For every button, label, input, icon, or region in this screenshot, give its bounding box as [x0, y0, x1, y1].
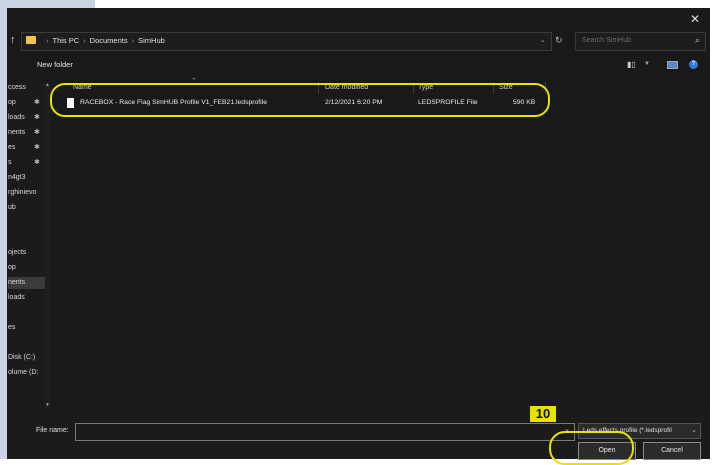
new-folder-button[interactable]: New folder: [37, 60, 73, 69]
breadcrumb-separator: ›: [46, 36, 49, 45]
nav-item-label: loads: [8, 294, 25, 301]
nav-item-label: s: [8, 159, 12, 166]
breadcrumb-simhub[interactable]: SimHub: [138, 36, 165, 45]
breadcrumb-documents[interactable]: Documents: [90, 36, 128, 45]
nav-item-label: es: [8, 324, 16, 331]
search-icon: ⌕: [694, 35, 700, 45]
breadcrumb-separator: ›: [83, 36, 86, 45]
nav-item-label: Disk (C:): [8, 354, 36, 361]
nav-item-label: rghinievo: [8, 189, 37, 196]
chevron-down-icon: ⌄: [691, 427, 697, 434]
file-name-input[interactable]: [75, 423, 575, 441]
file-highlight-callout: [50, 83, 550, 117]
folder-icon: [26, 36, 36, 44]
chevron-down-icon[interactable]: ⌄: [540, 36, 546, 44]
pin-icon: ✱: [34, 159, 40, 166]
breadcrumb-this-pc[interactable]: This PC: [53, 36, 80, 45]
pin-icon: ✱: [34, 144, 40, 151]
nav-item-label: ojects: [8, 249, 27, 256]
preview-pane-icon[interactable]: [667, 61, 678, 69]
cancel-button[interactable]: Cancel: [643, 442, 701, 460]
help-icon[interactable]: ?: [689, 60, 698, 69]
file-name-label: File name:: [36, 427, 69, 434]
chevron-down-icon[interactable]: ▼: [644, 61, 650, 67]
nav-item-label: loads: [8, 114, 25, 121]
scroll-up-icon[interactable]: ▲: [45, 82, 50, 88]
step-number-badge: 10: [530, 406, 556, 422]
nav-item-label: nents: [8, 279, 26, 286]
close-icon[interactable]: ✕: [690, 12, 700, 26]
open-file-dialog: ✕ ↑ › This PC › Documents › SimHub ⌄ ↻ Search…: [7, 8, 710, 460]
up-arrow-icon[interactable]: ↑: [10, 34, 16, 46]
nav-item-label: ccess: [8, 84, 26, 91]
nav-item-label: op: [8, 99, 16, 106]
pin-icon: ✱: [34, 114, 40, 121]
search-input[interactable]: Search SimHub ⌕: [575, 32, 706, 51]
pin-icon: ✱: [34, 129, 40, 136]
refresh-icon[interactable]: ↻: [555, 35, 563, 46]
breadcrumb: › This PC › Documents › SimHub: [42, 36, 165, 45]
background-strip: [0, 0, 7, 459]
nav-item-label: op: [8, 264, 16, 271]
search-placeholder: Search SimHub: [582, 37, 632, 44]
nav-scrollbar[interactable]: ▲ ▼: [45, 82, 51, 408]
nav-item-label: nents: [8, 129, 26, 136]
pin-icon: ✱: [34, 99, 40, 106]
nav-item-label: n4gt3: [8, 174, 26, 181]
nav-item-label: es: [8, 144, 16, 151]
open-highlight-callout: [549, 431, 634, 465]
address-row: ↑ › This PC › Documents › SimHub ⌄ ↻ Search S…: [7, 32, 710, 52]
address-bar[interactable]: › This PC › Documents › SimHub ⌄: [21, 32, 552, 51]
nav-item-label: ub: [8, 204, 16, 211]
view-options-icon[interactable]: ▮▯: [627, 60, 636, 69]
toolbar: New folder ▮▯ ▼ ?: [7, 60, 710, 74]
breadcrumb-separator: ›: [131, 36, 135, 45]
nav-item-label: olume (D:: [8, 369, 39, 376]
